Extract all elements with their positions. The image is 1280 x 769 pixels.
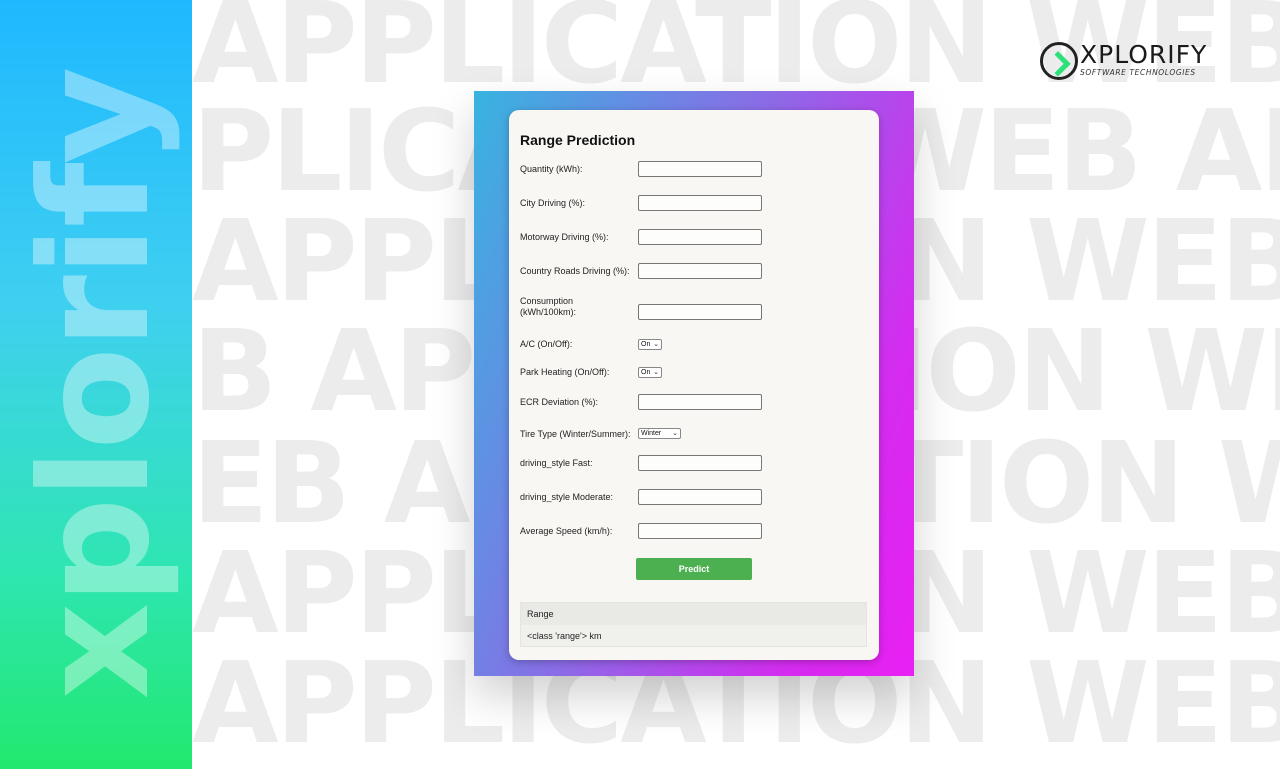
field-ac: A/C (On/Off): On ⌄ [520, 339, 870, 351]
chevron-down-icon: ⌄ [653, 341, 659, 348]
field-label: driving_style Moderate: [520, 492, 614, 502]
motorway-driving-input[interactable] [638, 229, 762, 245]
field-label: Average Speed (km/h): [520, 526, 613, 536]
field-label: ECR Deviation (%): [520, 397, 599, 407]
average-speed-input[interactable] [638, 523, 762, 539]
park-heating-select[interactable]: On ⌄ [638, 367, 662, 378]
field-city-driving: City Driving (%): [520, 195, 870, 213]
field-label: A/C (On/Off): [520, 339, 573, 349]
select-value: On [641, 341, 651, 348]
chevron-down-icon: ⌄ [672, 430, 678, 437]
field-label: Country Roads Driving (%): [520, 266, 630, 276]
range-prediction-card: Range Prediction Quantity (kWh): City Dr… [509, 110, 879, 660]
select-value: Winter [641, 430, 662, 437]
field-park-heating: Park Heating (On/Off): On ⌄ [520, 367, 870, 379]
tire-type-select[interactable]: Winter ⌄ [638, 428, 681, 439]
logo-arrow-icon [1040, 42, 1078, 80]
field-quantity: Quantity (kWh): [520, 161, 870, 179]
quantity-input[interactable] [638, 161, 762, 177]
field-label: Park Heating (On/Off): [520, 367, 610, 377]
consumption-input[interactable] [638, 304, 762, 320]
field-label: Tire Type (Winter/Summer): [520, 429, 631, 439]
chevron-down-icon: ⌄ [653, 369, 659, 376]
result-value: <class 'range'> km [527, 631, 602, 641]
field-label: driving_style Fast: [520, 458, 593, 468]
ac-select[interactable]: On ⌄ [638, 339, 662, 350]
country-roads-input[interactable] [638, 263, 762, 279]
field-label: Motorway Driving (%): [520, 232, 609, 242]
city-driving-input[interactable] [638, 195, 762, 211]
logo-name: XPLORIFY [1080, 40, 1208, 69]
field-label: City Driving (%): [520, 198, 586, 208]
result-panel: Range <class 'range'> km [520, 602, 867, 647]
field-ecr-deviation: ECR Deviation (%): [520, 394, 870, 412]
driving-style-fast-input[interactable] [638, 455, 762, 471]
field-country-roads: Country Roads Driving (%): [520, 263, 870, 281]
result-heading: Range [521, 603, 866, 625]
field-average-speed: Average Speed (km/h): [520, 523, 870, 541]
field-label: Consumption (kWh/100km): [520, 296, 577, 317]
field-consumption: Consumption (kWh/100km): [520, 296, 870, 322]
company-logo: XPLORIFY SOFTWARE TECHNOLOGIES [1040, 40, 1240, 84]
logo-tagline: SOFTWARE TECHNOLOGIES [1080, 68, 1196, 77]
brand-vertical-text: xplorify [9, 68, 183, 700]
select-value: On [641, 369, 651, 376]
brand-side-band: xplorify [0, 0, 192, 769]
driving-style-moderate-input[interactable] [638, 489, 762, 505]
predict-button[interactable]: Predict [636, 558, 752, 580]
field-motorway-driving: Motorway Driving (%): [520, 229, 870, 247]
page-title: Range Prediction [520, 132, 636, 148]
field-driving-style-fast: driving_style Fast: [520, 455, 870, 473]
field-driving-style-moderate: driving_style Moderate: [520, 489, 870, 507]
field-label: Quantity (kWh): [520, 164, 583, 174]
field-tire-type: Tire Type (Winter/Summer): Winter ⌄ [520, 428, 870, 440]
ecr-deviation-input[interactable] [638, 394, 762, 410]
screenshot-frame: Range Prediction Quantity (kWh): City Dr… [474, 91, 914, 676]
